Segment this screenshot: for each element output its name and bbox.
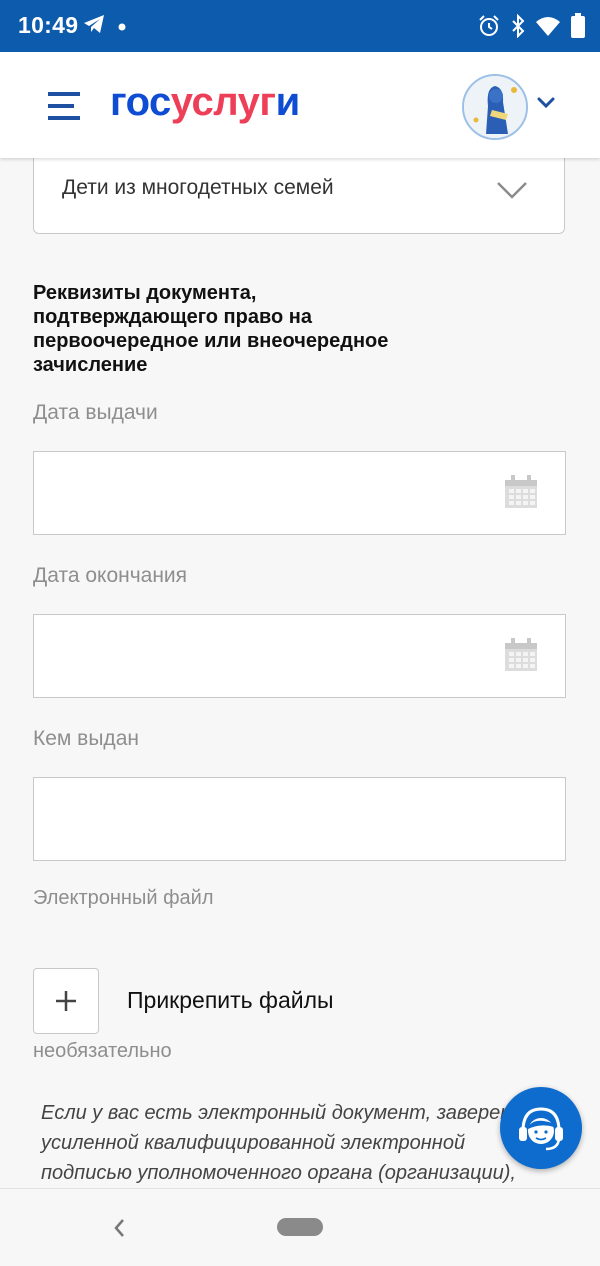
chevron-down-icon[interactable]: [536, 96, 556, 110]
section-title: Реквизиты документа, подтверждающего пра…: [33, 282, 389, 376]
back-icon[interactable]: [112, 1217, 126, 1239]
support-button[interactable]: [500, 1087, 582, 1169]
bluetooth-icon: [510, 13, 526, 43]
issued-by-label: Кем выдан: [33, 727, 139, 750]
end-date-input[interactable]: [33, 614, 566, 698]
telegram-icon: [82, 13, 106, 40]
navigation-bar: [0, 1188, 600, 1266]
menu-icon[interactable]: [46, 90, 82, 122]
attach-files-label[interactable]: Прикрепить файлы: [127, 987, 334, 1014]
app-header: госуслуги: [0, 52, 600, 158]
hint-line: подписью уполномоченного органа (организ…: [41, 1162, 516, 1184]
wifi-icon: [535, 15, 561, 42]
chevron-down-icon: [496, 181, 528, 199]
gosuslugi-logo[interactable]: госуслуги: [110, 80, 300, 125]
electronic-file-label: Электронный файл: [33, 887, 214, 909]
issued-by-input[interactable]: [33, 777, 566, 861]
calendar-icon[interactable]: [503, 637, 539, 673]
attach-files-button[interactable]: [33, 968, 99, 1034]
issue-date-label: Дата выдачи: [33, 401, 158, 424]
form-content: Дети из многодетных семей Реквизиты доку…: [0, 158, 600, 1188]
issue-date-input[interactable]: [33, 451, 566, 535]
status-time: 10:49: [18, 12, 79, 38]
logo-part-uslug: услуг: [170, 80, 276, 124]
home-pill[interactable]: [277, 1218, 323, 1236]
end-date-label: Дата окончания: [33, 564, 188, 587]
alarm-icon: [477, 14, 501, 43]
category-select-value: Дети из многодетных семей: [62, 176, 334, 199]
plus-icon: [54, 989, 78, 1013]
logo-part-i: и: [275, 80, 301, 124]
battery-icon: [570, 13, 586, 44]
status-bar: 10:49: [0, 0, 600, 52]
calendar-icon[interactable]: [503, 474, 539, 510]
optional-label: необязательно: [33, 1040, 172, 1062]
avatar[interactable]: [462, 74, 528, 140]
category-select[interactable]: Дети из многодетных семей: [33, 158, 565, 234]
dot-icon: [118, 18, 126, 36]
logo-part-gos: гос: [110, 80, 171, 124]
